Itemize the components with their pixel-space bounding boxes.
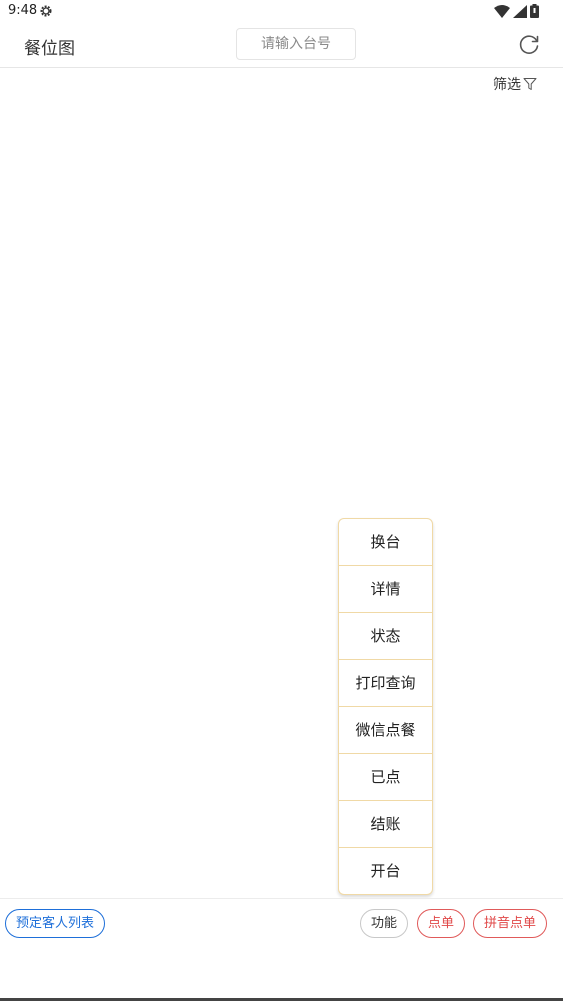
menu-item-open-table[interactable]: 开台 [339, 848, 432, 894]
reservation-list-button[interactable]: 预定客人列表 [5, 909, 106, 938]
table-action-menu: 换台 详情 状态 打印查询 微信点餐 已点 结账 开台 [338, 518, 433, 895]
filter-button[interactable]: 筛选 [493, 74, 537, 94]
status-icons [494, 4, 539, 18]
status-time: 9:48 [8, 3, 38, 18]
app-bar: 餐位图 [0, 24, 563, 68]
order-button[interactable]: 点单 [417, 909, 466, 938]
battery-icon [530, 4, 539, 18]
settings-icon [40, 5, 52, 17]
menu-item-print-query[interactable]: 打印查询 [339, 660, 432, 707]
menu-item-ordered[interactable]: 已点 [339, 754, 432, 801]
pinyin-order-button[interactable]: 拼音点单 [473, 909, 548, 938]
menu-item-details[interactable]: 详情 [339, 566, 432, 613]
menu-item-change-table[interactable]: 换台 [339, 519, 432, 566]
filter-label: 筛选 [493, 77, 521, 93]
refresh-icon[interactable] [517, 33, 541, 57]
functions-button[interactable]: 功能 [360, 909, 409, 938]
menu-item-wechat-order[interactable]: 微信点餐 [339, 707, 432, 754]
wifi-icon [494, 4, 510, 18]
filter-icon [523, 78, 537, 90]
bottom-bar: 预定客人列表 功能 点单 拼音点单 [0, 898, 563, 949]
menu-item-checkout[interactable]: 结账 [339, 801, 432, 848]
page-title: 餐位图 [24, 39, 75, 59]
menu-item-status[interactable]: 状态 [339, 613, 432, 660]
table-number-search-input[interactable] [236, 28, 356, 60]
status-bar: 9:48 [0, 0, 563, 24]
signal-icon [513, 4, 527, 18]
